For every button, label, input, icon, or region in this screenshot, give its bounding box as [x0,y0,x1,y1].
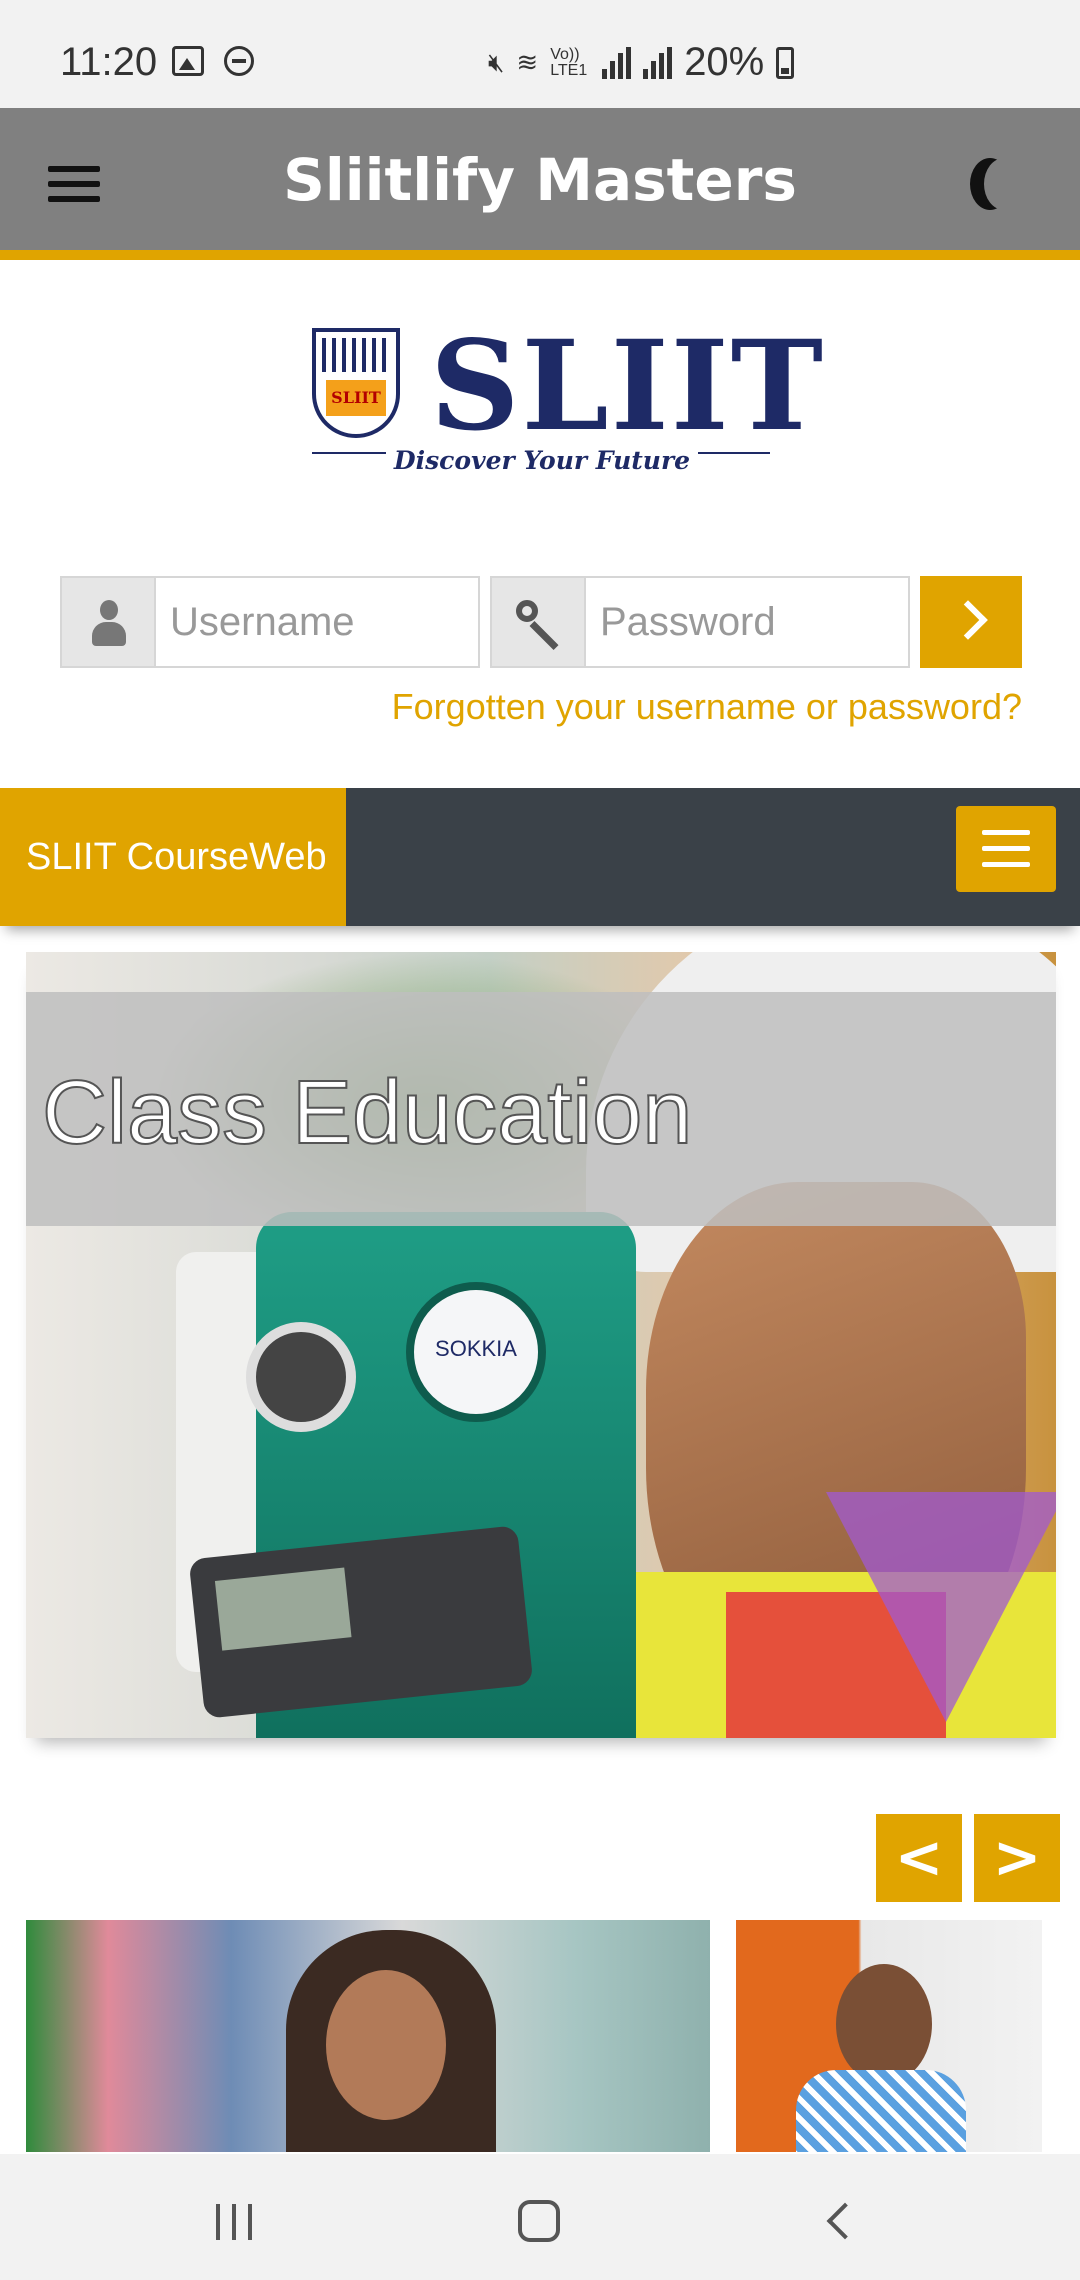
wifi-icon: ≋ [516,47,539,77]
triangle-decoration [826,1492,1056,1722]
sliit-logo: SLIIT SLIIT Discover Your Future [312,314,823,482]
courseweb-brand[interactable]: SLIIT CourseWeb [0,788,346,926]
carousel-next-button[interactable]: > [974,1814,1060,1902]
carousel-prev-button[interactable]: < [876,1814,962,1902]
courseweb-navbar: SLIIT CourseWeb [0,788,1080,926]
username-input[interactable]: Username [154,576,480,668]
app-title: Sliitlify Masters [283,146,797,214]
moon-icon[interactable] [984,158,1024,210]
home-icon[interactable] [518,2200,560,2242]
username-addon [60,576,154,668]
hero-slider[interactable]: SOKKIA Class Education [26,952,1056,1738]
password-group: Password [490,576,910,668]
key-icon [516,600,562,651]
signal-icon [643,46,673,79]
status-time: 11:20 [60,40,158,84]
login-submit-button[interactable] [920,576,1022,668]
back-icon[interactable] [826,2202,864,2240]
dnd-icon [224,46,254,76]
login-form: Username Password [60,576,1022,668]
status-bar: 11:20 🔇︎ ≋ Vo)) LTE1 20% [0,0,1080,108]
chevron-right-icon [948,600,988,640]
hamburger-menu-icon[interactable] [956,806,1056,892]
password-addon [490,576,584,668]
image-icon [172,46,204,76]
system-nav-bar [0,2154,1080,2280]
carousel-thumbnail[interactable] [26,1920,710,2152]
battery-percent: 20% [684,40,765,84]
carousel-thumbnail[interactable] [736,1920,1042,2152]
slide-caption: Class Education [41,1062,693,1164]
logo-tagline: Discover Your Future [385,446,699,475]
recents-icon[interactable] [216,2204,252,2240]
network-type: Vo)) LTE1 [550,45,588,79]
carousel-controls: < > [876,1814,1060,1902]
instrument-brand: SOKKIA [435,1336,517,1361]
password-input[interactable]: Password [584,576,910,668]
forgot-credentials-link[interactable]: Forgotten your username or password? [392,686,1022,728]
shield-icon: SLIIT [312,328,400,438]
signal-icon [602,46,632,79]
app-header: Sliitlify Masters [0,108,1080,260]
mute-icon: 🔇︎ [488,46,505,77]
logo-wordmark: SLIIT [430,314,826,459]
user-icon [92,600,126,648]
battery-icon [776,46,795,79]
username-group: Username [60,576,480,668]
